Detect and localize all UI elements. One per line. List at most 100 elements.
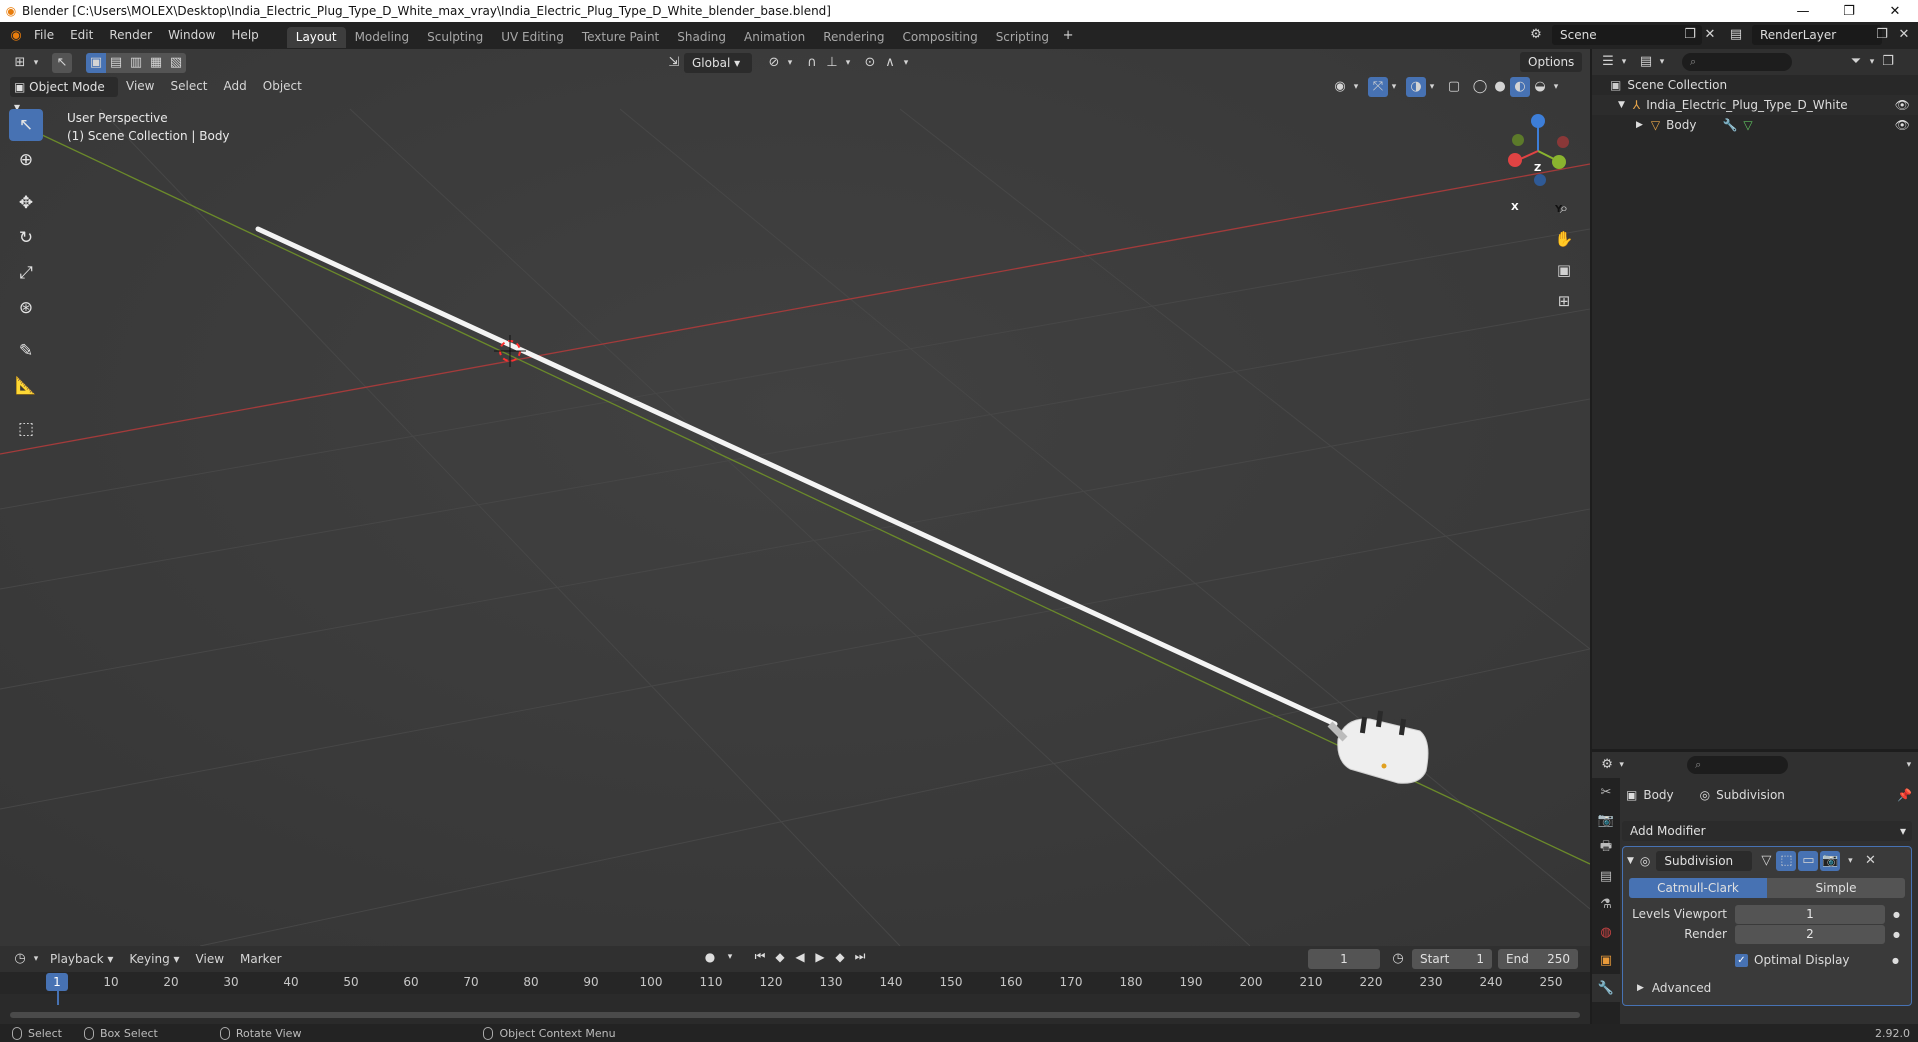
timeline-menu-view[interactable]: View [188,946,232,973]
xray-toggle-icon[interactable]: ▢ [1444,77,1464,97]
outliner-search-input[interactable]: ⌕ [1682,53,1792,71]
chevron-down-icon[interactable]: ▾ [842,53,854,73]
tab-output[interactable]: 🖶 [1592,834,1620,862]
timeline-scrollbar[interactable] [10,1012,1580,1018]
outliner-editor-type-icon[interactable]: ☰ [1598,52,1618,72]
keyframe-dot-icon[interactable]: ● [1892,956,1899,965]
tree-row-plug-collection[interactable]: ▼ ⅄ India_Electric_Plug_Type_D_White 👁 [1592,95,1918,115]
viewport-menu-select[interactable]: Select [162,73,215,100]
tab-scripting[interactable]: Scripting [987,27,1058,48]
properties-search-input[interactable]: ⌕ [1687,756,1788,774]
snap-increment-icon[interactable]: ⊥ [822,53,842,73]
menu-help[interactable]: Help [223,22,266,49]
select-box-tool[interactable]: ↖ [9,109,43,141]
expand-triangle-icon[interactable]: ▶ [1636,115,1643,135]
shading-rendered-icon[interactable]: ◒ [1530,77,1550,97]
annotate-tool[interactable]: ✎ [9,335,43,367]
chevron-down-icon[interactable]: ▾ [784,53,796,73]
tab-view-layer[interactable]: ▤ [1592,862,1620,890]
expand-triangle-icon[interactable]: ▶ [1637,983,1644,993]
restore-button[interactable]: ❐ [1826,4,1872,19]
3d-viewport[interactable]: Z Y X ⊞ ▾ ↖ ▣ ▤ ▥ ▦ ▧ ⇲ Global ▾ ⊘ ▾ ∩ ⊥… [0,49,1590,946]
viewport-menu-object[interactable]: Object [255,73,310,100]
view-layer-icon[interactable]: ▤ [1726,25,1746,45]
preview-range-clock-icon[interactable]: ◷ [1388,949,1408,969]
menu-edit[interactable]: Edit [62,22,101,49]
simple-button[interactable]: Simple [1767,878,1905,898]
current-frame-field[interactable]: 1 [1308,949,1380,969]
display-mode-icon[interactable]: ▤ [1636,52,1656,72]
start-frame-field[interactable]: Start 1 [1412,949,1492,969]
keyframe-dot-icon[interactable]: ● [1893,930,1900,939]
outliner[interactable]: ☰ ▾ ▤ ▾ ⌕ ⏷ ▾ ❐ ▣ Scene Collection ▼ ⅄ I… [1592,49,1918,749]
chevron-down-icon[interactable]: ▾ [1840,851,1860,871]
render-levels-field[interactable]: 2 [1735,924,1885,944]
play-reverse-icon[interactable]: ◀ [790,950,810,964]
zoom-button[interactable]: ⌕ [1550,194,1578,222]
jump-start-icon[interactable]: ⏮ [750,949,770,964]
delete-view-layer-icon[interactable]: ✕ [1894,25,1914,45]
object-mode-dropdown[interactable]: ▣ Object Mode ▾ [10,76,118,114]
move-tool[interactable]: ✥ [9,187,43,219]
scale-tool[interactable]: ⤢ [9,257,43,289]
select-box-invert-icon[interactable]: ▦ [146,52,166,73]
cage-toggle-icon[interactable]: ⬚ [1776,851,1797,871]
delete-scene-icon[interactable]: ✕ [1700,25,1720,45]
expand-triangle-icon[interactable]: ▼ [1618,95,1625,115]
proportional-falloff-icon[interactable]: ∧ [880,53,900,73]
chevron-down-icon[interactable]: ▾ [1900,755,1918,775]
pivot-point-icon[interactable]: ⊘ [764,53,784,73]
chevron-down-icon[interactable]: ▾ [30,949,42,969]
advanced-section-label[interactable]: Advanced [1652,981,1711,995]
properties-editor[interactable]: ⚙ ▾ ⌕ ▾ ✂ 📷 🖶 ▤ ⚗ ◍ ▣ 🔧 ▣ Body ◎ Subdivi… [1592,752,1918,1042]
optimal-display-checkbox[interactable]: ✓ [1735,953,1748,967]
tree-row-scene-collection[interactable]: ▣ Scene Collection [1592,75,1918,95]
new-collection-icon[interactable]: ❐ [1878,52,1898,72]
view-layer-selector[interactable]: RenderLayer [1752,25,1882,45]
transform-orientation-dropdown[interactable]: Global ▾ [684,52,752,73]
filter-icon[interactable]: ⏷ [1846,52,1866,72]
play-icon[interactable]: ▶ [810,950,830,964]
ortho-toggle-button[interactable]: ⊞ [1550,287,1578,315]
remove-modifier-icon[interactable]: ✕ [1860,851,1880,871]
pin-icon[interactable]: 📌 [1897,788,1912,802]
minimize-button[interactable]: — [1780,4,1826,19]
tab-scene[interactable]: ⚗ [1592,890,1620,918]
rotate-tool[interactable]: ↻ [9,222,43,254]
close-button[interactable]: ✕ [1872,4,1918,19]
tab-render[interactable]: 📷 [1592,806,1620,834]
transform-tool[interactable]: ⊛ [9,292,43,324]
visibility-icon[interactable]: ◉ [1330,77,1350,97]
select-tool-icon[interactable]: ↖ [52,52,72,73]
shading-material-icon[interactable]: ◐ [1510,77,1530,97]
tab-tool[interactable]: ✂ [1592,778,1620,806]
viewport-menu-view[interactable]: View [118,73,162,100]
tab-modeling[interactable]: Modeling [346,27,419,48]
edit-mode-toggle-icon[interactable]: ▽ [1756,851,1776,871]
select-box-subtract-icon[interactable]: ▥ [126,52,146,73]
editor-type-icon[interactable]: ⊞ [10,53,30,73]
timeline-menu-playback[interactable]: Playback ▾ [42,946,121,973]
record-icon[interactable]: ● [700,950,720,964]
chevron-down-icon[interactable]: ▾ [1616,755,1627,775]
camera-view-button[interactable]: ▣ [1550,256,1578,284]
chevron-down-icon[interactable]: ▾ [900,53,912,73]
tab-modifiers[interactable]: 🔧 [1592,974,1620,1002]
next-keyframe-icon[interactable]: ◆ [830,950,850,964]
add-cube-tool[interactable]: ⬚ [9,413,43,445]
chevron-down-icon[interactable]: ▾ [1866,52,1878,72]
tree-row-body[interactable]: ▶ ▽ Body 🔧 ▽ 👁 [1592,115,1918,135]
levels-viewport-field[interactable]: 1 [1735,904,1885,924]
select-box-extend-icon[interactable]: ▤ [106,52,126,73]
tab-sculpting[interactable]: Sculpting [418,27,492,48]
select-box-intersect-icon[interactable]: ▧ [166,52,186,73]
options-button[interactable]: Options [1520,52,1583,72]
add-workspace-icon[interactable]: + [1058,26,1078,46]
measure-tool[interactable]: 📐 [9,370,43,402]
viewport-toggle-icon[interactable]: ▭ [1798,851,1819,871]
snap-magnet-icon[interactable]: ∩ [802,53,822,73]
prev-keyframe-icon[interactable]: ◆ [770,950,790,964]
menu-window[interactable]: Window [160,22,223,49]
tab-compositing[interactable]: Compositing [893,27,986,48]
chevron-down-icon[interactable]: ▾ [30,53,42,73]
